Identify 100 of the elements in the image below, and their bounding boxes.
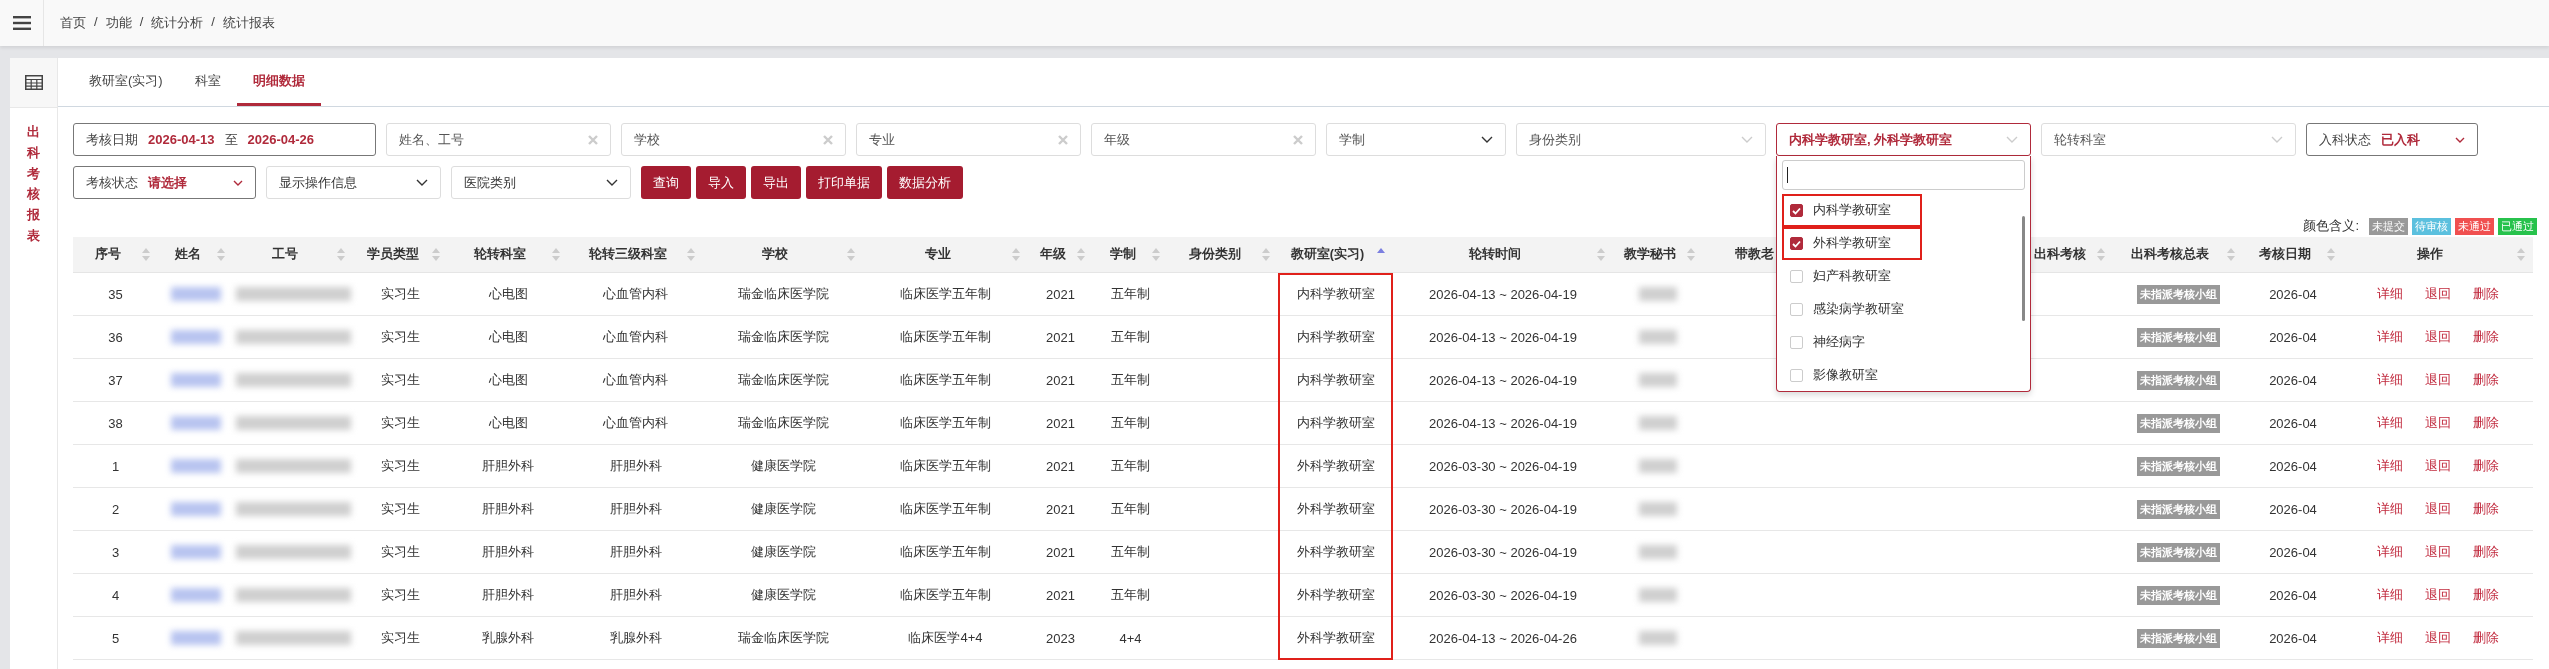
row-action-link[interactable]: 退回 — [2425, 414, 2451, 432]
column-header[interactable]: 出科考核总表 — [2113, 237, 2243, 273]
blurred-name[interactable] — [170, 330, 221, 344]
row-action-link[interactable]: 删除 — [2473, 328, 2499, 346]
clear-icon[interactable] — [1058, 134, 1068, 145]
blurred-name[interactable] — [170, 545, 221, 559]
tab[interactable]: 教研室(实习) — [73, 58, 179, 106]
dropdown-option[interactable]: 神经病字 — [1782, 326, 2022, 359]
row-action-link[interactable]: 退回 — [2425, 500, 2451, 518]
clear-icon[interactable] — [588, 134, 598, 145]
row-action-link[interactable]: 删除 — [2473, 414, 2499, 432]
blurred-name[interactable] — [170, 287, 221, 301]
dropdown-option[interactable]: 内科学教研室 — [1782, 194, 2022, 227]
column-header[interactable]: 序号 — [73, 237, 158, 273]
action-button[interactable]: 查询 — [641, 166, 691, 199]
row-action-link[interactable]: 退回 — [2425, 543, 2451, 561]
blurred-name[interactable] — [170, 416, 221, 430]
column-header[interactable]: 学制 — [1093, 237, 1168, 273]
row-action-link[interactable]: 删除 — [2473, 543, 2499, 561]
column-header[interactable]: 教研室(实习) — [1278, 237, 1393, 273]
sort-icon[interactable] — [2097, 248, 2105, 261]
select-field[interactable]: 轮转科室 — [2041, 123, 2296, 156]
column-header[interactable]: 姓名 — [158, 237, 233, 273]
row-action-link[interactable]: 退回 — [2425, 586, 2451, 604]
row-action-link[interactable]: 详细 — [2377, 586, 2403, 604]
row-action-link[interactable]: 删除 — [2473, 500, 2499, 518]
column-header[interactable]: 轮转时间 — [1393, 237, 1613, 273]
select-field[interactable]: 入科状态 已入科 — [2306, 123, 2478, 156]
breadcrumb-item[interactable]: 统计报表 — [222, 14, 275, 32]
tab[interactable]: 明细数据 — [236, 58, 321, 106]
row-action-link[interactable]: 详细 — [2377, 500, 2403, 518]
select-field[interactable]: 医院类别 — [451, 166, 631, 199]
sort-icon[interactable] — [142, 248, 150, 261]
sort-icon[interactable] — [552, 248, 560, 261]
dropdown-option[interactable]: 影像教研室 — [1782, 359, 2022, 392]
sort-icon[interactable] — [2327, 248, 2335, 261]
sort-icon[interactable] — [1597, 248, 1605, 261]
breadcrumb-item[interactable]: 功能 — [105, 14, 132, 32]
date-range-field[interactable]: 考核日期 2026-04-13 至 2026-04-26 — [73, 123, 376, 156]
sort-icon[interactable] — [337, 248, 345, 261]
menu-icon[interactable] — [12, 16, 31, 30]
clear-icon[interactable] — [1293, 134, 1303, 145]
select-field[interactable]: 考核状态 请选择 — [73, 166, 256, 199]
sort-icon[interactable] — [1012, 248, 1020, 261]
column-header[interactable]: 专业 — [863, 237, 1028, 273]
column-header[interactable]: 年级 — [1028, 237, 1093, 273]
text-input-field[interactable]: 学校 — [621, 123, 846, 156]
row-action-link[interactable]: 退回 — [2425, 285, 2451, 303]
search-field[interactable] — [1782, 160, 2025, 190]
checkbox[interactable] — [1790, 204, 1803, 217]
text-input-field[interactable]: 姓名、工号 — [386, 123, 611, 156]
action-button[interactable]: 打印单据 — [806, 166, 882, 199]
blurred-name[interactable] — [170, 588, 221, 602]
row-action-link[interactable]: 详细 — [2377, 328, 2403, 346]
column-header[interactable]: 轮转三级科室 — [568, 237, 703, 273]
row-action-link[interactable]: 详细 — [2377, 629, 2403, 647]
sort-icon[interactable] — [847, 248, 855, 261]
sort-icon[interactable] — [217, 248, 225, 261]
scrollbar[interactable] — [2022, 216, 2025, 321]
tab[interactable]: 科室 — [178, 58, 237, 106]
sort-icon[interactable] — [687, 248, 695, 261]
column-header[interactable]: 学校 — [703, 237, 863, 273]
row-action-link[interactable]: 详细 — [2377, 371, 2403, 389]
select-field[interactable]: 身份类别 — [1516, 123, 1766, 156]
sort-icon[interactable] — [2517, 248, 2525, 261]
select-field[interactable]: 学制 — [1326, 123, 1506, 156]
row-action-link[interactable]: 退回 — [2425, 457, 2451, 475]
column-header[interactable]: 学员类型 — [353, 237, 448, 273]
row-action-link[interactable]: 详细 — [2377, 414, 2403, 432]
sort-icon[interactable] — [1262, 248, 1270, 261]
action-button[interactable]: 数据分析 — [887, 166, 963, 199]
breadcrumb-item[interactable]: 首页 — [60, 14, 86, 32]
sort-icon[interactable] — [2227, 248, 2235, 261]
column-header[interactable]: 考核日期 — [2243, 237, 2343, 273]
column-header[interactable]: 工号 — [233, 237, 353, 273]
blurred-name[interactable] — [170, 502, 221, 516]
row-action-link[interactable]: 退回 — [2425, 629, 2451, 647]
blurred-name[interactable] — [170, 373, 221, 387]
blurred-name[interactable] — [170, 631, 221, 645]
row-action-link[interactable]: 删除 — [2473, 457, 2499, 475]
row-action-link[interactable]: 详细 — [2377, 543, 2403, 561]
row-action-link[interactable]: 详细 — [2377, 457, 2403, 475]
row-action-link[interactable]: 详细 — [2377, 285, 2403, 303]
select-field[interactable]: 显示操作信息 — [266, 166, 441, 199]
column-header[interactable]: 身份类别 — [1168, 237, 1278, 273]
clear-icon[interactable] — [823, 134, 833, 145]
checkbox[interactable] — [1790, 237, 1803, 250]
row-action-link[interactable]: 删除 — [2473, 371, 2499, 389]
text-input-field[interactable]: 专业 — [856, 123, 1081, 156]
sort-icon[interactable] — [432, 248, 440, 261]
action-button[interactable]: 导出 — [751, 166, 801, 199]
action-button[interactable]: 导入 — [696, 166, 746, 199]
row-action-link[interactable]: 退回 — [2425, 328, 2451, 346]
breadcrumb-item[interactable]: 统计分析 — [151, 14, 204, 32]
row-action-link[interactable]: 退回 — [2425, 371, 2451, 389]
text-input-field[interactable]: 年级 — [1091, 123, 1316, 156]
row-action-link[interactable]: 删除 — [2473, 629, 2499, 647]
sort-icon[interactable] — [1077, 248, 1085, 261]
sort-icon[interactable] — [1152, 248, 1160, 261]
table-icon[interactable] — [24, 75, 43, 90]
